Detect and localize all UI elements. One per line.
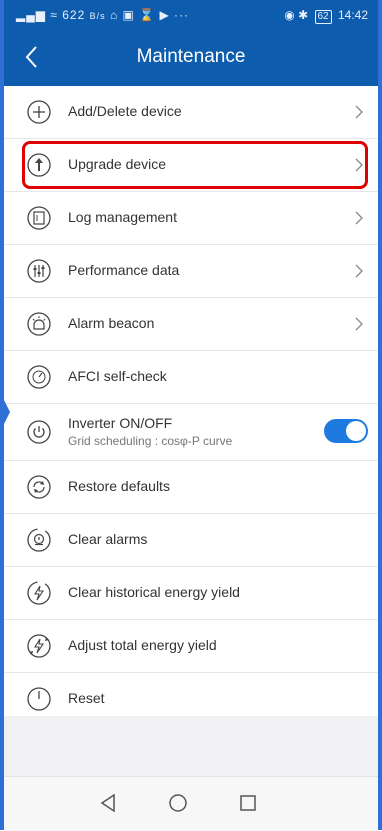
chevron-right-icon	[355, 105, 363, 119]
battery-icon: 62	[314, 10, 332, 24]
system-nav-bar	[4, 776, 378, 831]
chevron-right-icon	[355, 158, 363, 172]
menu-item-label: AFCI self-check	[68, 368, 167, 384]
menu-item-sublabel: Grid scheduling : cosφ-P curve	[68, 434, 233, 448]
document-icon	[27, 206, 51, 230]
menu-item-clear-historical-energy-yield[interactable]: Clear historical energy yield	[4, 567, 378, 620]
edge-arrow-icon	[0, 392, 10, 432]
menu-item-label: Inverter ON/OFF	[68, 415, 173, 431]
lightning-icon	[27, 581, 51, 605]
clock: 14:42	[337, 8, 368, 22]
menu-item-add-delete-device[interactable]: Add/Delete device	[4, 86, 378, 139]
alarm-light-icon	[27, 312, 51, 336]
menu-item-inverter-on-off[interactable]: Inverter ON/OFF Grid scheduling : cosφ-P…	[4, 404, 378, 461]
menu-item-label: Adjust total energy yield	[68, 637, 217, 653]
reset-icon	[27, 687, 51, 711]
net-speed: 622	[62, 8, 86, 22]
plus-circle-icon	[27, 100, 51, 124]
menu-item-afci-self-check[interactable]: AFCI self-check	[4, 351, 378, 404]
toggle-knob	[346, 421, 366, 441]
sliders-icon	[27, 259, 51, 283]
clear-alarm-icon	[27, 528, 51, 552]
menu-item-label: Clear historical energy yield	[68, 584, 240, 600]
menu-item-label: Add/Delete device	[68, 103, 182, 119]
notification-icons: ⌂ ▣ ⌛ ▶ ···	[109, 8, 190, 22]
menu-item-clear-alarms[interactable]: Clear alarms	[4, 514, 378, 567]
status-bar: ▂▄▆ ≈ 622 B/s ⌂ ▣ ⌛ ▶ ··· ◉ ✱ 62 14:42	[4, 0, 378, 30]
menu-item-label: Restore defaults	[68, 478, 170, 494]
maintenance-menu: Add/Delete device Upgrade device Log man…	[4, 86, 378, 725]
empty-area	[4, 716, 378, 776]
signal-icon: ▂▄▆ ≈	[16, 8, 58, 22]
status-icons-left: ▂▄▆ ≈ 622 B/s ⌂ ▣ ⌛ ▶ ···	[16, 8, 189, 22]
menu-item-restore-defaults[interactable]: Restore defaults	[4, 461, 378, 514]
menu-item-performance-data[interactable]: Performance data	[4, 245, 378, 298]
inverter-toggle-switch[interactable]	[324, 419, 368, 443]
eye-icon: ◉	[284, 8, 295, 22]
menu-item-label: Upgrade device	[68, 156, 167, 172]
power-icon	[27, 420, 51, 444]
menu-item-log-management[interactable]: Log management	[4, 192, 378, 245]
menu-item-adjust-total-energy-yield[interactable]: Adjust total energy yield	[4, 620, 378, 673]
chevron-right-icon	[355, 317, 363, 331]
menu-item-label: Reset	[68, 690, 105, 706]
page-title: Maintenance	[136, 46, 246, 67]
nav-back-icon[interactable]	[96, 791, 120, 815]
app-bar: Maintenance	[4, 30, 378, 86]
menu-item-alarm-beacon[interactable]: Alarm beacon	[4, 298, 378, 351]
menu-item-label: Log management	[68, 209, 177, 225]
restore-icon	[27, 475, 51, 499]
gauge-icon	[27, 365, 51, 389]
nav-home-icon[interactable]	[166, 791, 190, 815]
chevron-right-icon	[355, 211, 363, 225]
net-speed-unit: B/s	[89, 11, 106, 21]
menu-item-label: Clear alarms	[68, 531, 148, 547]
nav-recents-icon[interactable]	[236, 791, 260, 815]
chevron-right-icon	[355, 264, 363, 278]
lightning-adjust-icon	[27, 634, 51, 658]
bluetooth-icon: ✱	[298, 8, 309, 22]
menu-item-label: Performance data	[68, 262, 180, 278]
status-icons-right: ◉ ✱ 62 14:42	[284, 8, 368, 24]
menu-item-label: Alarm beacon	[68, 315, 155, 331]
upload-arrow-icon	[27, 153, 51, 177]
menu-item-upgrade-device[interactable]: Upgrade device	[4, 139, 378, 192]
